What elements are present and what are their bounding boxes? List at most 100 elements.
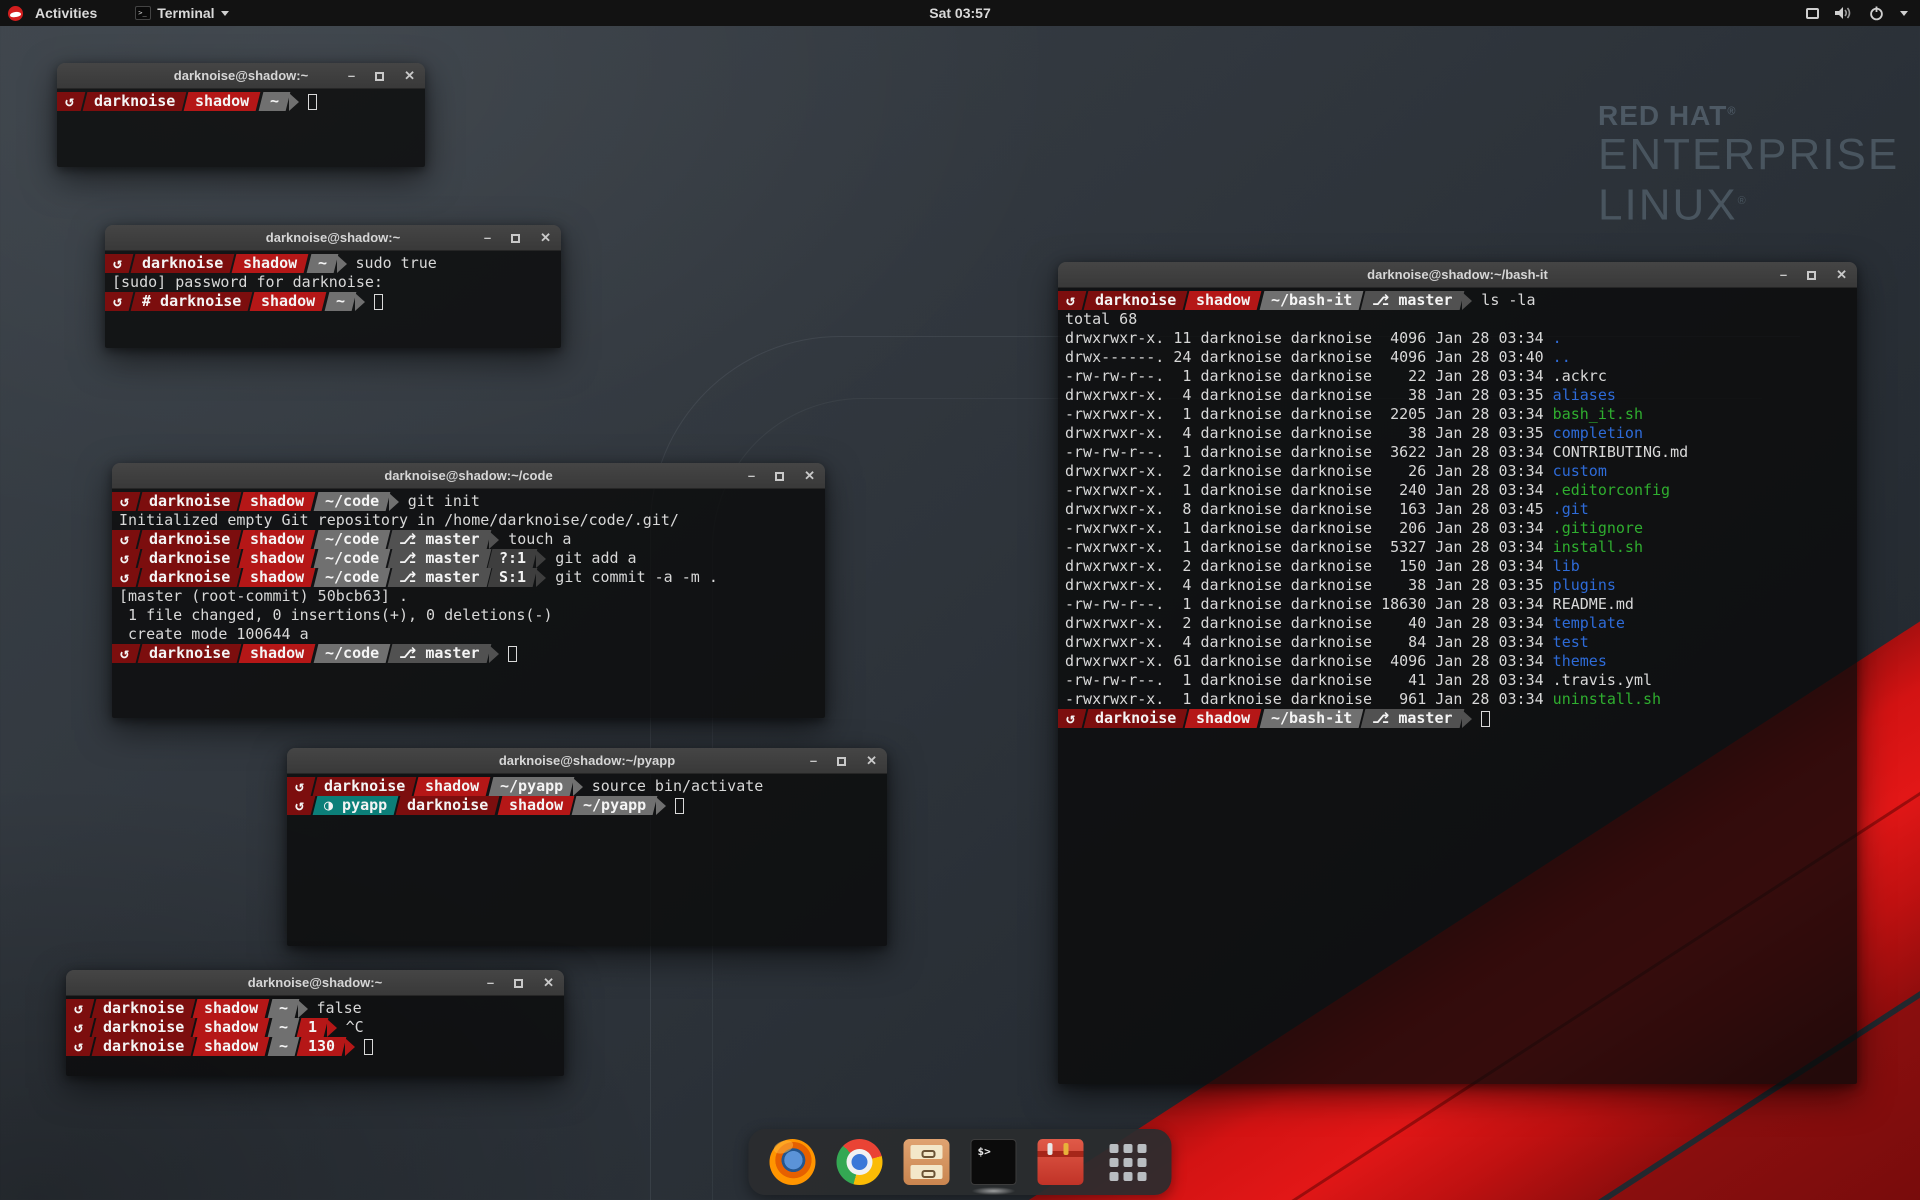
prompt-segment-label: darknoise — [103, 1037, 184, 1056]
redhat-prompt-icon: ↺ — [74, 999, 83, 1018]
file-attributes: -rwxrwxr-x. 1 darknoise darknoise 961 Ja… — [1065, 690, 1553, 708]
close-button[interactable]: ✕ — [404, 63, 415, 89]
prompt-segment: darknoise — [131, 254, 235, 273]
redhat-prompt-icon: ↺ — [120, 549, 129, 568]
prompt-segment-label: shadow — [250, 644, 304, 663]
close-button[interactable]: ✕ — [866, 748, 877, 774]
terminal-content[interactable]: ↺darknoiseshadow~/pyappsource bin/activa… — [287, 774, 887, 946]
prompt-segment: shadow — [193, 1037, 270, 1056]
minimize-button[interactable]: – — [748, 463, 755, 489]
prompt-arrow-icon — [656, 797, 666, 815]
dock-item-app-grid[interactable] — [1104, 1138, 1152, 1186]
file-list-row: drwxrwxr-x. 61 darknoise darknoise 4096 … — [1058, 652, 1857, 671]
minimize-button[interactable]: – — [1780, 262, 1787, 288]
prompt-segment: shadow — [193, 1018, 270, 1037]
dock-item-chrome[interactable] — [836, 1138, 884, 1186]
prompt-segment: darknoise — [138, 568, 242, 587]
window-titlebar[interactable]: darknoise@shadow:~/pyapp –✕ — [287, 748, 887, 774]
screen-icon[interactable] — [1806, 8, 1819, 19]
prompt-segment: ~/bash-it — [1259, 709, 1363, 728]
terminal-output-line: total 68 — [1058, 310, 1857, 329]
file-list-row: drwxrwxr-x. 2 darknoise darknoise 26 Jan… — [1058, 462, 1857, 481]
power-icon[interactable] — [1869, 6, 1884, 21]
prompt-segment: shadow — [184, 92, 261, 111]
prompt-segment: ~/pyapp — [488, 777, 574, 796]
terminal-content[interactable]: ↺darknoiseshadow~false↺darknoiseshadow~1… — [66, 996, 564, 1076]
maximize-button[interactable] — [514, 979, 523, 988]
prompt-segment-label: shadow — [261, 292, 315, 311]
terminal-content[interactable]: ↺darknoiseshadow~/bash-it⎇ masterls -lat… — [1058, 288, 1857, 1084]
window-titlebar[interactable]: darknoise@shadow:~ – ✕ — [105, 225, 561, 251]
brand-trademark: ® — [1738, 195, 1748, 207]
prompt-segment: ↺ — [105, 292, 133, 311]
window-titlebar[interactable]: darknoise@shadow:~ – ✕ — [57, 63, 425, 89]
terminal-cursor — [1481, 711, 1490, 727]
terminal-cursor — [308, 94, 317, 110]
terminal-content[interactable]: ↺darknoiseshadow~sudo true[sudo] passwor… — [105, 251, 561, 348]
prompt-segment-label: shadow — [250, 549, 304, 568]
prompt-segment: ~/code — [313, 492, 390, 511]
dock-item-toolbox[interactable] — [1037, 1138, 1085, 1186]
prompt-segment: darknoise — [1084, 709, 1188, 728]
close-button[interactable]: ✕ — [543, 970, 554, 996]
volume-icon[interactable] — [1835, 6, 1853, 20]
prompt-segment: ~/pyapp — [571, 796, 657, 815]
maximize-button[interactable] — [775, 472, 784, 481]
minimize-button[interactable]: – — [348, 63, 355, 89]
file-name: CONTRIBUTING.md — [1553, 443, 1688, 461]
firefox-icon — [770, 1139, 816, 1185]
file-list-row: drwxrwxr-x. 2 darknoise darknoise 40 Jan… — [1058, 614, 1857, 633]
prompt-segment-label: ~/code — [325, 530, 379, 549]
prompt-segment: shadow — [1185, 709, 1262, 728]
prompt-segment: ~/code — [313, 568, 390, 587]
file-attributes: drwxrwxr-x. 4 darknoise darknoise 84 Jan… — [1065, 633, 1553, 651]
prompt-segment-label: ~ — [279, 1037, 288, 1056]
close-button[interactable]: ✕ — [804, 463, 815, 489]
terminal-content[interactable]: ↺darknoiseshadow~ — [57, 89, 425, 167]
dock-item-terminal[interactable]: $> — [970, 1138, 1018, 1186]
prompt-segment-label: darknoise — [142, 254, 223, 273]
dock-item-firefox[interactable] — [769, 1138, 817, 1186]
prompt-segment: darknoise — [313, 777, 417, 796]
prompt-arrow-icon — [536, 550, 546, 568]
window-titlebar[interactable]: darknoise@shadow:~ –✕ — [66, 970, 564, 996]
prompt-segment: shadow — [239, 549, 316, 568]
minimize-button[interactable]: – — [484, 225, 491, 251]
file-attributes: drwxrwxr-x. 11 darknoise darknoise 4096 … — [1065, 329, 1553, 347]
window-titlebar[interactable]: darknoise@shadow:~/bash-it –✕ — [1058, 262, 1857, 288]
redhat-prompt-icon: ↺ — [120, 644, 129, 663]
maximize-button[interactable] — [511, 234, 520, 243]
activities-button[interactable]: Activities — [29, 5, 103, 21]
shell-prompt-line: ↺darknoiseshadow~/pyappsource bin/activa… — [287, 777, 887, 796]
window-title: darknoise@shadow:~ — [266, 230, 400, 245]
window-title: darknoise@shadow:~ — [174, 68, 308, 83]
maximize-button[interactable] — [837, 757, 846, 766]
terminal-window: darknoise@shadow:~/bash-it –✕ ↺darknoise… — [1058, 262, 1857, 1084]
prompt-segment-label: darknoise — [149, 530, 230, 549]
redhat-prompt-icon: ↺ — [120, 492, 129, 511]
prompt-segment: ↺ — [1058, 709, 1086, 728]
typed-command: git commit -a -m . — [555, 568, 718, 587]
clock[interactable]: Sat 03:57 — [929, 5, 990, 21]
system-menu-chevron-icon[interactable] — [1900, 11, 1908, 16]
file-attributes: -rw-rw-r--. 1 darknoise darknoise 3622 J… — [1065, 443, 1553, 461]
dock-item-files[interactable] — [903, 1138, 951, 1186]
file-name: completion — [1553, 424, 1643, 442]
prompt-segment: shadow — [239, 568, 316, 587]
minimize-button[interactable]: – — [810, 748, 817, 774]
file-attributes: drwx------. 24 darknoise darknoise 4096 … — [1065, 348, 1553, 366]
prompt-segment: ~ — [324, 292, 356, 311]
window-titlebar[interactable]: darknoise@shadow:~/code –✕ — [112, 463, 825, 489]
prompt-segment: darknoise — [92, 1018, 196, 1037]
maximize-button[interactable] — [375, 72, 384, 81]
prompt-segment-label: ⎇ master — [399, 568, 480, 587]
terminal-content[interactable]: ↺darknoiseshadow~/codegit initInitialize… — [112, 489, 825, 718]
maximize-button[interactable] — [1807, 271, 1816, 280]
redhat-prompt-icon: ↺ — [74, 1037, 83, 1056]
close-button[interactable]: ✕ — [1836, 262, 1847, 288]
prompt-segment: ~/code — [313, 644, 390, 663]
prompt-segment-label: darknoise — [149, 568, 230, 587]
app-menu-terminal[interactable]: >_ Terminal — [127, 3, 236, 23]
minimize-button[interactable]: – — [487, 970, 494, 996]
close-button[interactable]: ✕ — [540, 225, 551, 251]
